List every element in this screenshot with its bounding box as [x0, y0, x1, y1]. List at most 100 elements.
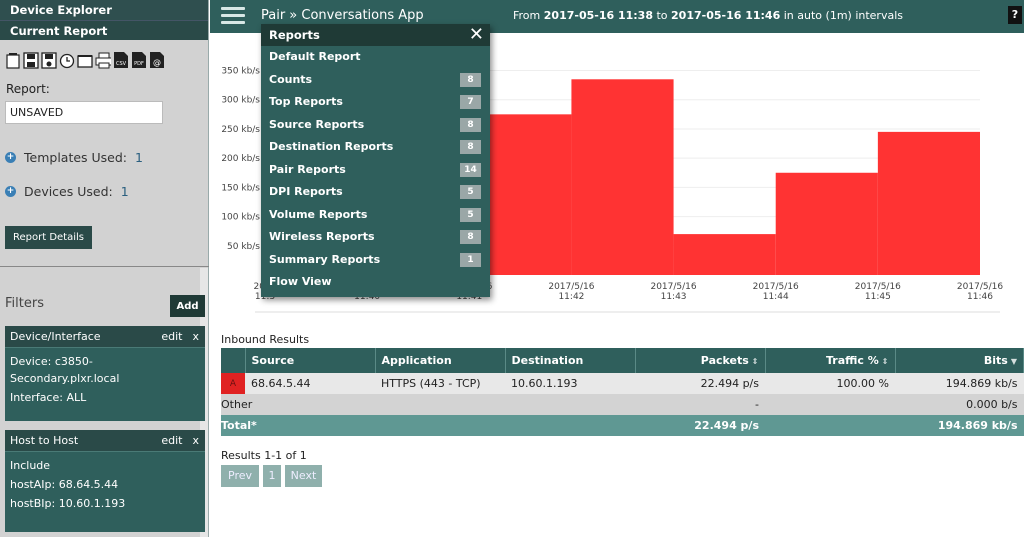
reports-menu-item[interactable]: Counts 8 — [261, 69, 490, 92]
menu-icon[interactable] — [221, 7, 245, 25]
total-label: Total* — [221, 415, 635, 436]
remove-filter-button[interactable]: x — [192, 326, 199, 348]
sidebar-divider — [0, 266, 209, 267]
report-details-button[interactable]: Report Details — [5, 226, 92, 249]
area-step — [673, 234, 776, 275]
reports-menu-item-label: Summary Reports — [269, 252, 381, 266]
add-filter-button[interactable]: Add — [170, 295, 205, 317]
column-header-traffic[interactable]: Traffic % ⇕ — [765, 348, 896, 373]
csv-icon[interactable]: CSV — [113, 50, 129, 70]
email-icon[interactable]: @ — [149, 50, 165, 70]
remove-filter-button[interactable]: x — [192, 430, 199, 452]
reports-menu-item[interactable]: Flow View — [261, 271, 490, 294]
sidebar: Device Explorer Current Report CSV PDF @ — [0, 0, 209, 537]
reports-menu-item[interactable]: Source Reports 8 — [261, 114, 490, 137]
filter-card-title: Host to Host — [10, 434, 79, 447]
color-column-header — [221, 348, 246, 373]
time-range[interactable]: From 2017-05-16 11:38 to 2017-05-16 11:4… — [513, 9, 903, 22]
filters-heading: Filters — [5, 296, 44, 311]
reports-menu-item[interactable]: Summary Reports 1 — [261, 249, 490, 272]
edit-filter-link[interactable]: edit — [161, 430, 182, 452]
reports-menu-item-label: Wireless Reports — [269, 230, 375, 243]
help-button[interactable]: ? — [1008, 6, 1022, 24]
reports-menu-item[interactable]: Default Report — [261, 46, 490, 69]
report-count-badge: 7 — [460, 95, 481, 109]
report-count-badge: 5 — [460, 185, 481, 199]
reports-menu-item-label: Default Report — [269, 50, 361, 63]
page-1-button[interactable]: 1 — [263, 465, 281, 487]
reports-menu-item-label: Volume Reports — [269, 207, 368, 221]
report-count-badge: 14 — [460, 162, 481, 177]
report-count-badge: 8 — [460, 140, 481, 154]
column-header-packets[interactable]: Packets ⇕ — [635, 348, 766, 373]
x-tick-label: 11:43 — [661, 292, 687, 302]
range-end: 2017-05-16 11:46 — [671, 9, 781, 22]
reports-menu-item[interactable]: DPI Reports 5 — [261, 181, 490, 204]
reports-menu-item-label: Destination Reports — [269, 140, 394, 153]
cell-packets: 22.494 p/s — [635, 373, 765, 394]
cell-application: HTTPS (443 - TCP) — [375, 373, 505, 394]
x-tick-label: 11:46 — [967, 292, 993, 302]
templates-used-toggle[interactable]: + Templates Used: 1 — [5, 150, 143, 165]
total-row: Total* 22.494 p/s 194.869 kb/s — [221, 415, 1024, 436]
close-icon[interactable]: ✕ — [469, 24, 484, 46]
report-count-badge: 8 — [460, 230, 481, 244]
print-icon[interactable] — [95, 50, 111, 70]
range-interval: in auto (1m) intervals — [783, 9, 903, 22]
sort-icon: ⇕ — [751, 357, 759, 366]
column-header-bits[interactable]: Bits ▼ — [895, 348, 1024, 373]
current-report-link[interactable]: Current Report — [0, 20, 208, 40]
devices-used-toggle[interactable]: + Devices Used: 1 — [5, 184, 129, 199]
pdf-icon[interactable]: PDF — [131, 50, 147, 70]
reports-menu-item[interactable]: Top Reports 7 — [261, 91, 490, 114]
y-tick-label: 350 kb/s — [221, 67, 260, 77]
x-tick-label: 2017/5/16 — [548, 282, 594, 292]
range-from-label: From — [513, 9, 541, 22]
report-count-badge: 8 — [460, 117, 481, 132]
y-tick-label: 200 kb/s — [221, 154, 260, 164]
reports-menu-item[interactable]: Volume Reports 5 — [261, 204, 490, 227]
results-count: Results 1-1 of 1 — [221, 449, 307, 462]
cell-bits: 194.869 kb/s — [895, 373, 1024, 394]
expand-icon: + — [5, 152, 16, 163]
edit-filter-link[interactable]: edit — [161, 326, 182, 348]
other-bits: 0.000 b/s — [895, 394, 1024, 415]
report-name-input[interactable] — [5, 101, 163, 124]
total-traffic — [765, 415, 895, 436]
prev-page-button[interactable]: Prev — [221, 465, 259, 487]
delete-icon[interactable] — [77, 50, 93, 70]
report-count-badge: 8 — [460, 72, 481, 87]
report-count-badge: 1 — [460, 252, 481, 267]
x-tick-label: 2017/5/16 — [957, 282, 1003, 292]
column-header-application[interactable]: Application — [375, 348, 506, 373]
reports-menu: Reports ✕ Default Report Counts 8 Top Repor… — [261, 24, 490, 297]
reports-menu-item[interactable]: Destination Reports 8 — [261, 136, 490, 159]
inbound-results-heading: Inbound Results — [221, 333, 310, 346]
report-label: Report: — [6, 82, 50, 96]
table-row[interactable]: A 68.64.5.44 HTTPS (443 - TCP) 10.60.1.1… — [221, 373, 1024, 394]
x-tick-label: 11:44 — [763, 292, 789, 302]
reports-menu-item[interactable]: Wireless Reports 8 — [261, 226, 490, 249]
total-bits: 194.869 kb/s — [895, 415, 1024, 436]
filter-card-host-to-host: Host to Host edit x Include hostAIp: 68.… — [5, 430, 205, 532]
filter-line: hostBIp: 10.60.1.193 — [10, 497, 126, 510]
device-explorer-link[interactable]: Device Explorer — [0, 0, 208, 20]
app-title: Pair » Conversations App — [261, 8, 424, 23]
svg-text:PDF: PDF — [134, 61, 144, 67]
reports-menu-item-label: Counts — [269, 72, 313, 86]
schedule-icon[interactable] — [59, 50, 75, 70]
reports-menu-item-label: Source Reports — [269, 117, 365, 131]
area-step — [571, 79, 674, 275]
next-page-button[interactable]: Next — [285, 465, 322, 487]
column-header-destination[interactable]: Destination — [505, 348, 636, 373]
new-icon[interactable] — [5, 50, 21, 70]
reports-menu-item[interactable]: Pair Reports 14 — [261, 159, 490, 182]
report-count-badge: 5 — [460, 207, 481, 222]
filter-line: Include — [10, 459, 51, 472]
column-header-source[interactable]: Source — [245, 348, 376, 373]
cell-source: 68.64.5.44 — [245, 373, 375, 394]
save-as-icon[interactable] — [41, 50, 57, 70]
reports-menu-item-label: Pair Reports — [269, 162, 346, 176]
y-tick-label: 300 kb/s — [221, 96, 260, 106]
save-icon[interactable] — [23, 50, 39, 70]
